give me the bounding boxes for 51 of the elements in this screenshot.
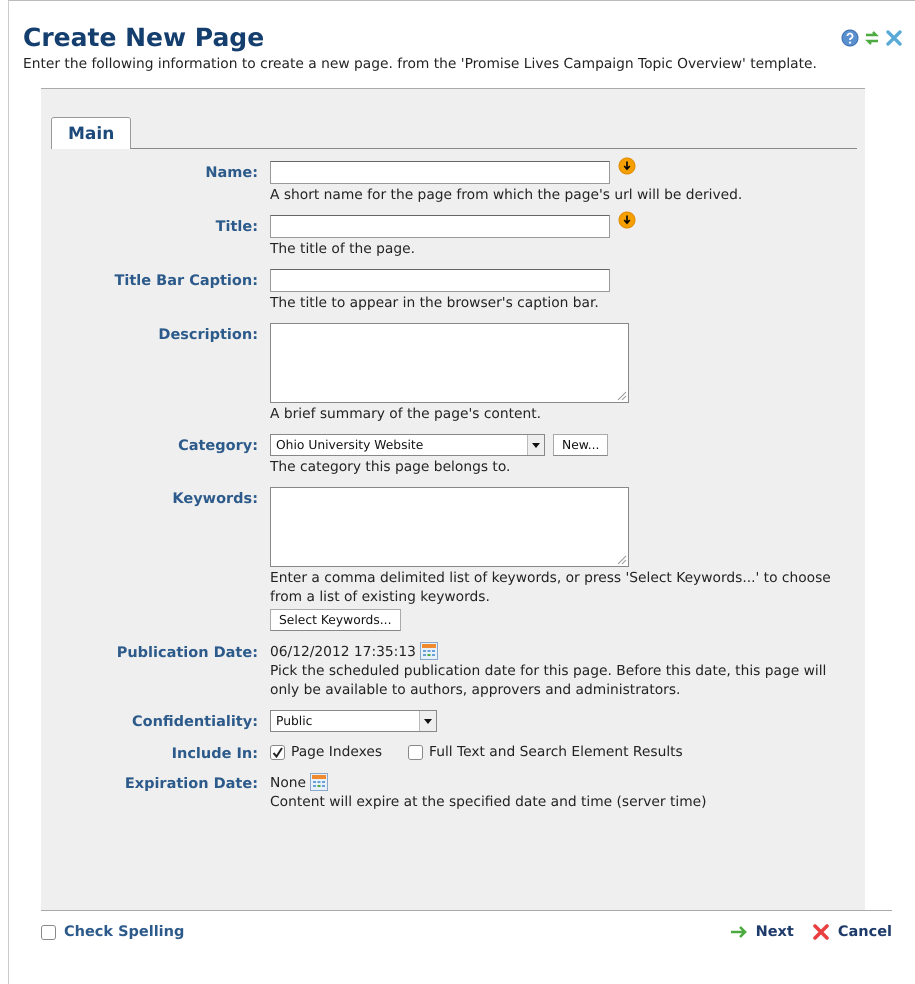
checkbox-label: Check Spelling [64,924,184,940]
select-keywords-button[interactable]: Select Keywords... [270,609,400,631]
field-label: Title Bar Caption: [114,272,258,291]
close-icon[interactable] [885,29,903,47]
text-area[interactable] [270,487,629,567]
resize-grip-icon [616,390,627,401]
field-hint: The title to appear in the browser's caption bar. [270,294,599,313]
text-field[interactable] [270,215,610,238]
field-hint: A short name for the page from which the page's url will be derived. [270,186,742,205]
dropdown[interactable]: Ohio University Website [270,434,545,456]
field-label: Publication Date: [116,644,258,663]
dropdown-arrow-icon [424,718,432,724]
field-label: Title: [214,218,258,237]
refresh-icon[interactable] [863,29,881,47]
text-area[interactable] [270,323,629,403]
field-label: Description: [157,326,258,345]
field-label: Expiration Date: [124,775,258,794]
checkbox[interactable] [41,924,56,940]
cancel-button[interactable]: Cancel [812,923,892,941]
field-hint: Enter a comma delimited list of keywords, or press 'Select Keywords...' to choose from a list of existing keywords. [270,569,832,607]
text-field[interactable] [270,161,610,184]
date-value: 06/12/2012 17:35:13 [270,643,416,660]
field-label: Confidentiality: [130,713,258,732]
dropdown-arrow-icon [532,442,540,448]
checkbox-label: Page Indexes [291,744,382,760]
resize-grip-icon [616,554,627,565]
field-label: Category: [177,437,258,456]
intro-text: Enter the following information to create a new page. from the 'Promise Lives Campaign Topic Overview' template. [22,55,818,74]
dropdown[interactable]: Public [270,710,437,732]
field-hint: The title of the page. [270,240,415,259]
checkbox[interactable] [270,744,285,760]
tab[interactable]: Main [51,117,132,149]
date-value: None [270,774,306,791]
text-field[interactable] [270,269,610,292]
calendar-icon[interactable] [310,772,328,790]
field-label: Name: [204,164,258,183]
field-hint: Pick the scheduled publication date for this page. Before this date, this page will only be available to authors, approvers and administrators. [270,662,828,700]
field-label: Include In: [170,745,258,762]
field-hint: Content will expire at the specified date and time (server time) [270,793,707,812]
field-label: Keywords: [171,490,258,509]
cross-icon [812,923,830,941]
new-button[interactable]: New... [553,434,608,456]
check-mark-icon [272,746,283,758]
help-icon[interactable] [841,29,859,47]
field-hint: The category this page belongs to. [270,458,510,477]
field-hint: A brief summary of the page's content. [270,405,542,424]
calendar-icon[interactable] [420,642,438,660]
dialog-title: Create New Page [23,23,264,53]
checkbox-label: Full Text and Search Element Results [429,744,683,760]
next-button[interactable]: Next [730,923,794,941]
checkbox[interactable] [408,744,424,760]
